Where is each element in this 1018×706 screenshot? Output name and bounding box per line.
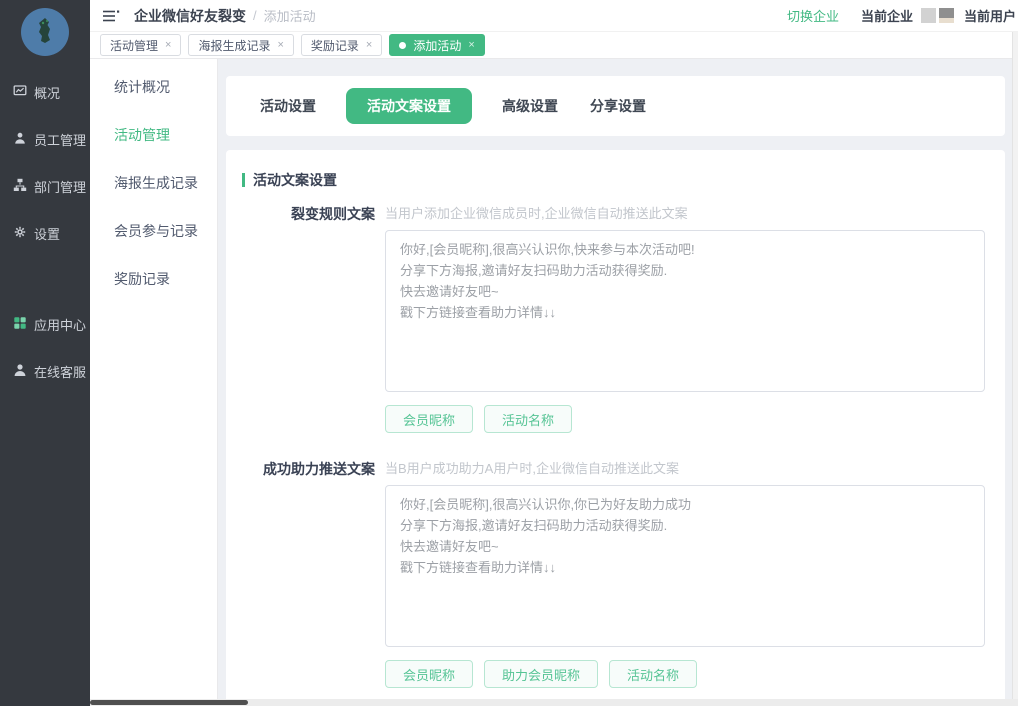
sidebar-item-reward-records[interactable]: 奖励记录 bbox=[90, 269, 217, 289]
activity-name-tag-button[interactable]: 活动名称 bbox=[609, 660, 697, 688]
sidebar-item-label: 概况 bbox=[34, 83, 60, 102]
breadcrumb-current: 添加活动 bbox=[264, 6, 316, 25]
primary-sidebar: 概况 员工管理 部门管理 设置 应用中心 在线客服 bbox=[0, 0, 90, 706]
app-center-icon bbox=[13, 316, 27, 333]
field-label: 成功助力推送文案 bbox=[226, 459, 375, 688]
section-header: 活动文案设置 bbox=[242, 170, 1005, 190]
settings-tabs-card: 活动设置 活动文案设置 高级设置 分享设置 bbox=[226, 76, 1005, 136]
header-actions: 切换企业 当前企业 当前用户 bbox=[787, 6, 1016, 25]
fission-rule-copy-row: 裂变规则文案 当用户添加企业微信成员时,企业微信自动推送此文案 你好,[会员昵称… bbox=[226, 204, 1005, 433]
active-tab-dot bbox=[399, 42, 406, 49]
sidebar-item-departments[interactable]: 部门管理 bbox=[0, 176, 90, 196]
settings-icon bbox=[13, 225, 27, 242]
sidebar-item-overview[interactable]: 概况 bbox=[0, 82, 90, 102]
close-icon[interactable]: × bbox=[165, 40, 171, 51]
brand-logo[interactable] bbox=[21, 8, 69, 56]
sidebar-item-label: 员工管理 bbox=[34, 130, 86, 149]
copywriting-form-card: 活动文案设置 裂变规则文案 当用户添加企业微信成员时,企业微信自动推送此文案 你… bbox=[226, 150, 1005, 699]
customer-service-icon bbox=[13, 363, 27, 380]
vertical-scrollbar[interactable] bbox=[1012, 32, 1018, 706]
breadcrumb-separator: / bbox=[253, 8, 257, 23]
sidebar-item-label: 部门管理 bbox=[34, 177, 86, 196]
sidebar-item-poster-records[interactable]: 海报生成记录 bbox=[90, 173, 217, 193]
member-nickname-tag-button[interactable]: 会员昵称 bbox=[385, 405, 473, 433]
close-icon[interactable]: × bbox=[277, 40, 283, 51]
sidebar-item-label: 设置 bbox=[34, 224, 60, 243]
current-user-label[interactable]: 当前用户 bbox=[964, 6, 1016, 25]
tab-chip-label: 添加活动 bbox=[413, 37, 461, 54]
nav-spacer bbox=[0, 270, 90, 314]
tab-chip-label: 海报生成记录 bbox=[198, 37, 270, 54]
tab-chip-activity-management[interactable]: 活动管理 × bbox=[100, 34, 181, 56]
fission-rule-copy-textarea[interactable]: 你好,[会员昵称],很高兴认识你,快来参与本次活动吧! 分享下方海报,邀请好友扫… bbox=[385, 230, 985, 392]
tab-chip-poster-records[interactable]: 海报生成记录 × bbox=[188, 34, 293, 56]
insert-tag-row: 会员昵称 活动名称 bbox=[385, 405, 985, 433]
tab-chip-reward-records[interactable]: 奖励记录 × bbox=[301, 34, 382, 56]
breadcrumb-root: 企业微信好友裂变 bbox=[134, 6, 246, 26]
close-icon[interactable]: × bbox=[366, 40, 372, 51]
insert-tag-row: 会员昵称 助力会员昵称 活动名称 bbox=[385, 660, 985, 688]
sidebar-item-activity-management[interactable]: 活动管理 bbox=[90, 125, 217, 145]
field-label: 裂变规则文案 bbox=[226, 204, 375, 433]
sidebar-item-member-participation[interactable]: 会员参与记录 bbox=[90, 221, 217, 241]
current-company-label: 当前企业 bbox=[861, 6, 913, 25]
sidebar-item-label: 应用中心 bbox=[34, 315, 86, 334]
department-icon bbox=[13, 178, 27, 195]
field-main: 当用户添加企业微信成员时,企业微信自动推送此文案 你好,[会员昵称],很高兴认识… bbox=[385, 204, 985, 433]
activity-name-tag-button[interactable]: 活动名称 bbox=[484, 405, 572, 433]
app-root: 概况 员工管理 部门管理 设置 应用中心 在线客服 bbox=[0, 0, 1018, 706]
company-logo bbox=[921, 8, 954, 23]
primary-nav: 概况 员工管理 部门管理 设置 应用中心 在线客服 bbox=[0, 82, 90, 381]
sidebar-fold-icon[interactable] bbox=[102, 9, 120, 23]
tab-share-settings[interactable]: 分享设置 bbox=[588, 88, 648, 124]
employee-icon bbox=[13, 131, 27, 148]
section-accent-bar bbox=[242, 173, 245, 187]
assist-member-nickname-tag-button[interactable]: 助力会员昵称 bbox=[484, 660, 598, 688]
tab-chip-label: 奖励记录 bbox=[311, 37, 359, 54]
sidebar-item-stats-overview[interactable]: 统计概况 bbox=[90, 77, 217, 97]
member-nickname-tag-button[interactable]: 会员昵称 bbox=[385, 660, 473, 688]
open-tabs-bar: 活动管理 × 海报生成记录 × 奖励记录 × 添加活动 × bbox=[90, 32, 1018, 59]
tab-chip-label: 活动管理 bbox=[110, 37, 158, 54]
horizontal-scrollbar[interactable] bbox=[90, 699, 1018, 706]
switch-company-link[interactable]: 切换企业 bbox=[787, 6, 839, 25]
company-logo-block bbox=[939, 8, 954, 23]
top-header: 企业微信好友裂变 / 添加活动 切换企业 当前企业 当前用户 bbox=[90, 0, 1018, 32]
assist-success-copy-textarea[interactable]: 你好,[会员昵称],很高兴认识你,你已为好友助力成功 分享下方海报,邀请好友扫码… bbox=[385, 485, 985, 647]
tab-copywriting-settings[interactable]: 活动文案设置 bbox=[346, 88, 472, 124]
tab-chip-add-activity[interactable]: 添加活动 × bbox=[389, 34, 484, 56]
mascot-icon bbox=[33, 16, 57, 49]
tab-activity-settings[interactable]: 活动设置 bbox=[258, 88, 318, 124]
sidebar-item-app-center[interactable]: 应用中心 bbox=[0, 314, 90, 334]
field-hint: 当B用户成功助力A用户时,企业微信自动推送此文案 bbox=[385, 459, 985, 479]
dashboard-icon bbox=[13, 84, 27, 101]
field-main: 当B用户成功助力A用户时,企业微信自动推送此文案 你好,[会员昵称],很高兴认识… bbox=[385, 459, 985, 688]
company-logo-block bbox=[921, 8, 936, 23]
sidebar-item-customer-service[interactable]: 在线客服 bbox=[0, 361, 90, 381]
field-hint: 当用户添加企业微信成员时,企业微信自动推送此文案 bbox=[385, 204, 985, 224]
sidebar-item-settings[interactable]: 设置 bbox=[0, 223, 90, 243]
close-icon[interactable]: × bbox=[468, 40, 474, 51]
horizontal-scrollbar-thumb[interactable] bbox=[90, 700, 248, 705]
tab-advanced-settings[interactable]: 高级设置 bbox=[500, 88, 560, 124]
secondary-sidebar: 统计概况 活动管理 海报生成记录 会员参与记录 奖励记录 bbox=[90, 59, 218, 699]
main-area: 活动设置 活动文案设置 高级设置 分享设置 活动文案设置 裂变规则文案 当用户添… bbox=[218, 59, 1013, 699]
sidebar-item-label: 在线客服 bbox=[34, 362, 86, 381]
sidebar-item-employees[interactable]: 员工管理 bbox=[0, 129, 90, 149]
assist-success-copy-row: 成功助力推送文案 当B用户成功助力A用户时,企业微信自动推送此文案 你好,[会员… bbox=[226, 459, 1005, 688]
section-title: 活动文案设置 bbox=[253, 170, 337, 190]
